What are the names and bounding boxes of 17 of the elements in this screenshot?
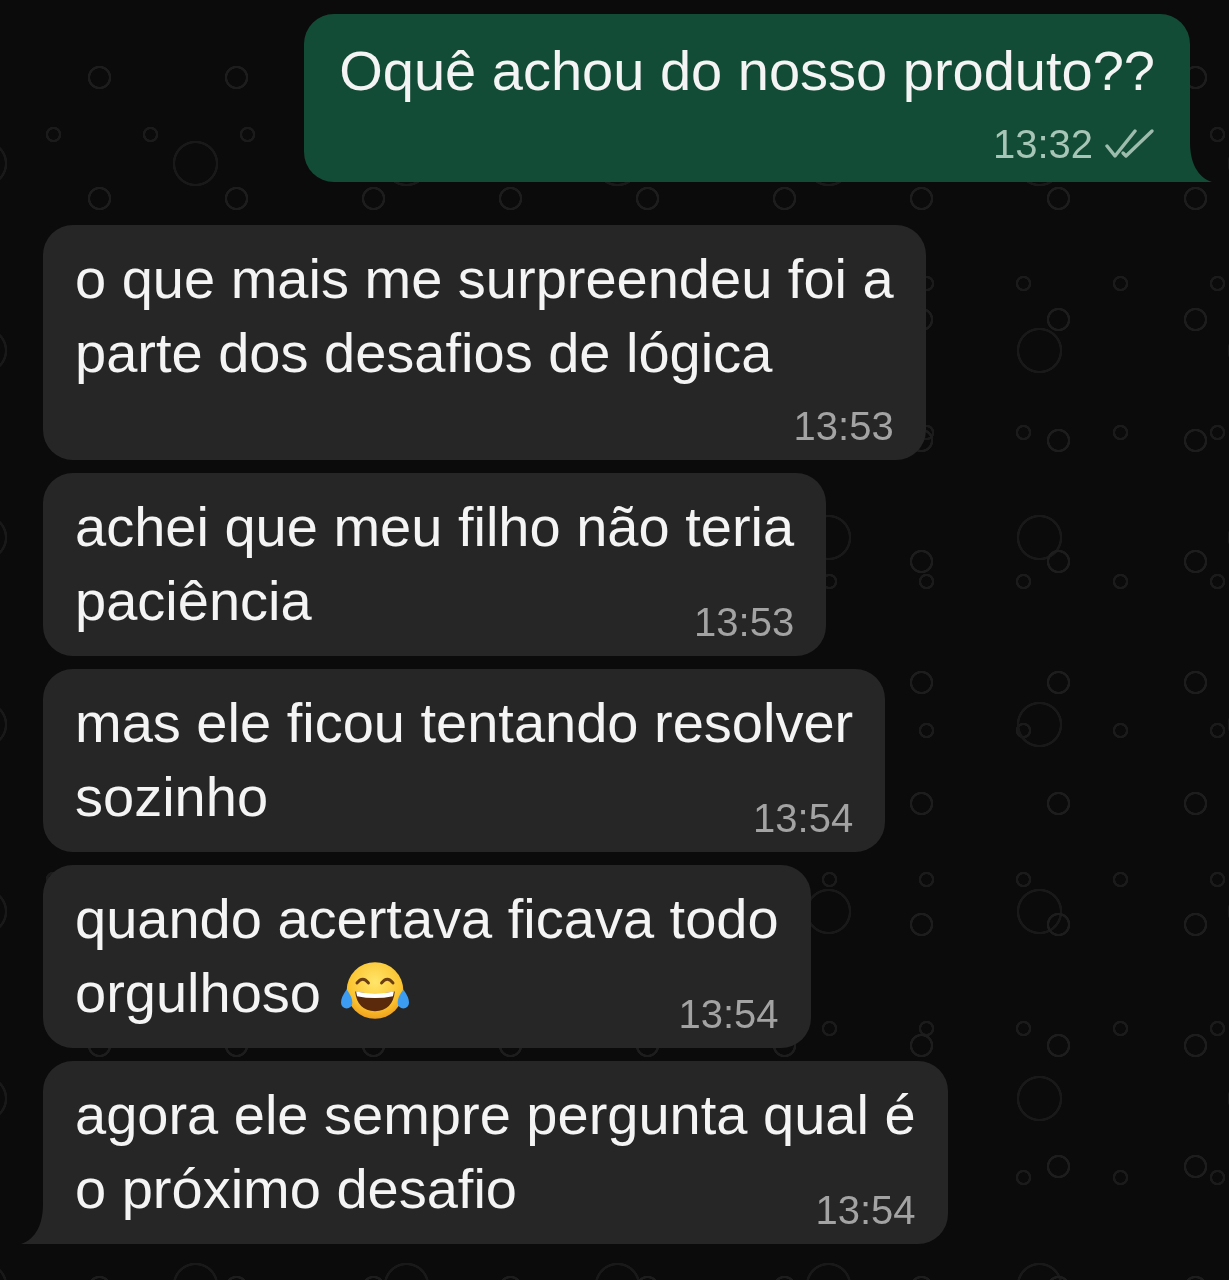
message-text: paciência bbox=[75, 568, 312, 634]
message-text: mas ele ficou tentando resolver bbox=[75, 690, 854, 756]
message-time: 13:54 bbox=[678, 991, 779, 1038]
message-text: Oquê achou do nosso produto?? bbox=[339, 38, 1155, 104]
message-text: agora ele sempre pergunta qual é bbox=[75, 1082, 916, 1148]
message-time: 13:54 bbox=[815, 1187, 916, 1234]
message-time: 13:32 bbox=[992, 121, 1093, 168]
message-text: o que mais me surpreendeu foi a bbox=[75, 246, 894, 312]
message-text: quando acertava ficava todo bbox=[75, 886, 779, 952]
message-text: parte dos desafios de lógica bbox=[75, 320, 773, 386]
message-time: 13:53 bbox=[694, 599, 795, 646]
message-time: 13:54 bbox=[753, 795, 854, 842]
message-time: 13:53 bbox=[793, 403, 894, 450]
message-text: o próximo desafio bbox=[75, 1156, 517, 1222]
message-text: orgulhoso bbox=[75, 960, 321, 1026]
message-text: achei que meu filho não teria bbox=[75, 494, 795, 560]
message-text: sozinho bbox=[75, 764, 269, 830]
